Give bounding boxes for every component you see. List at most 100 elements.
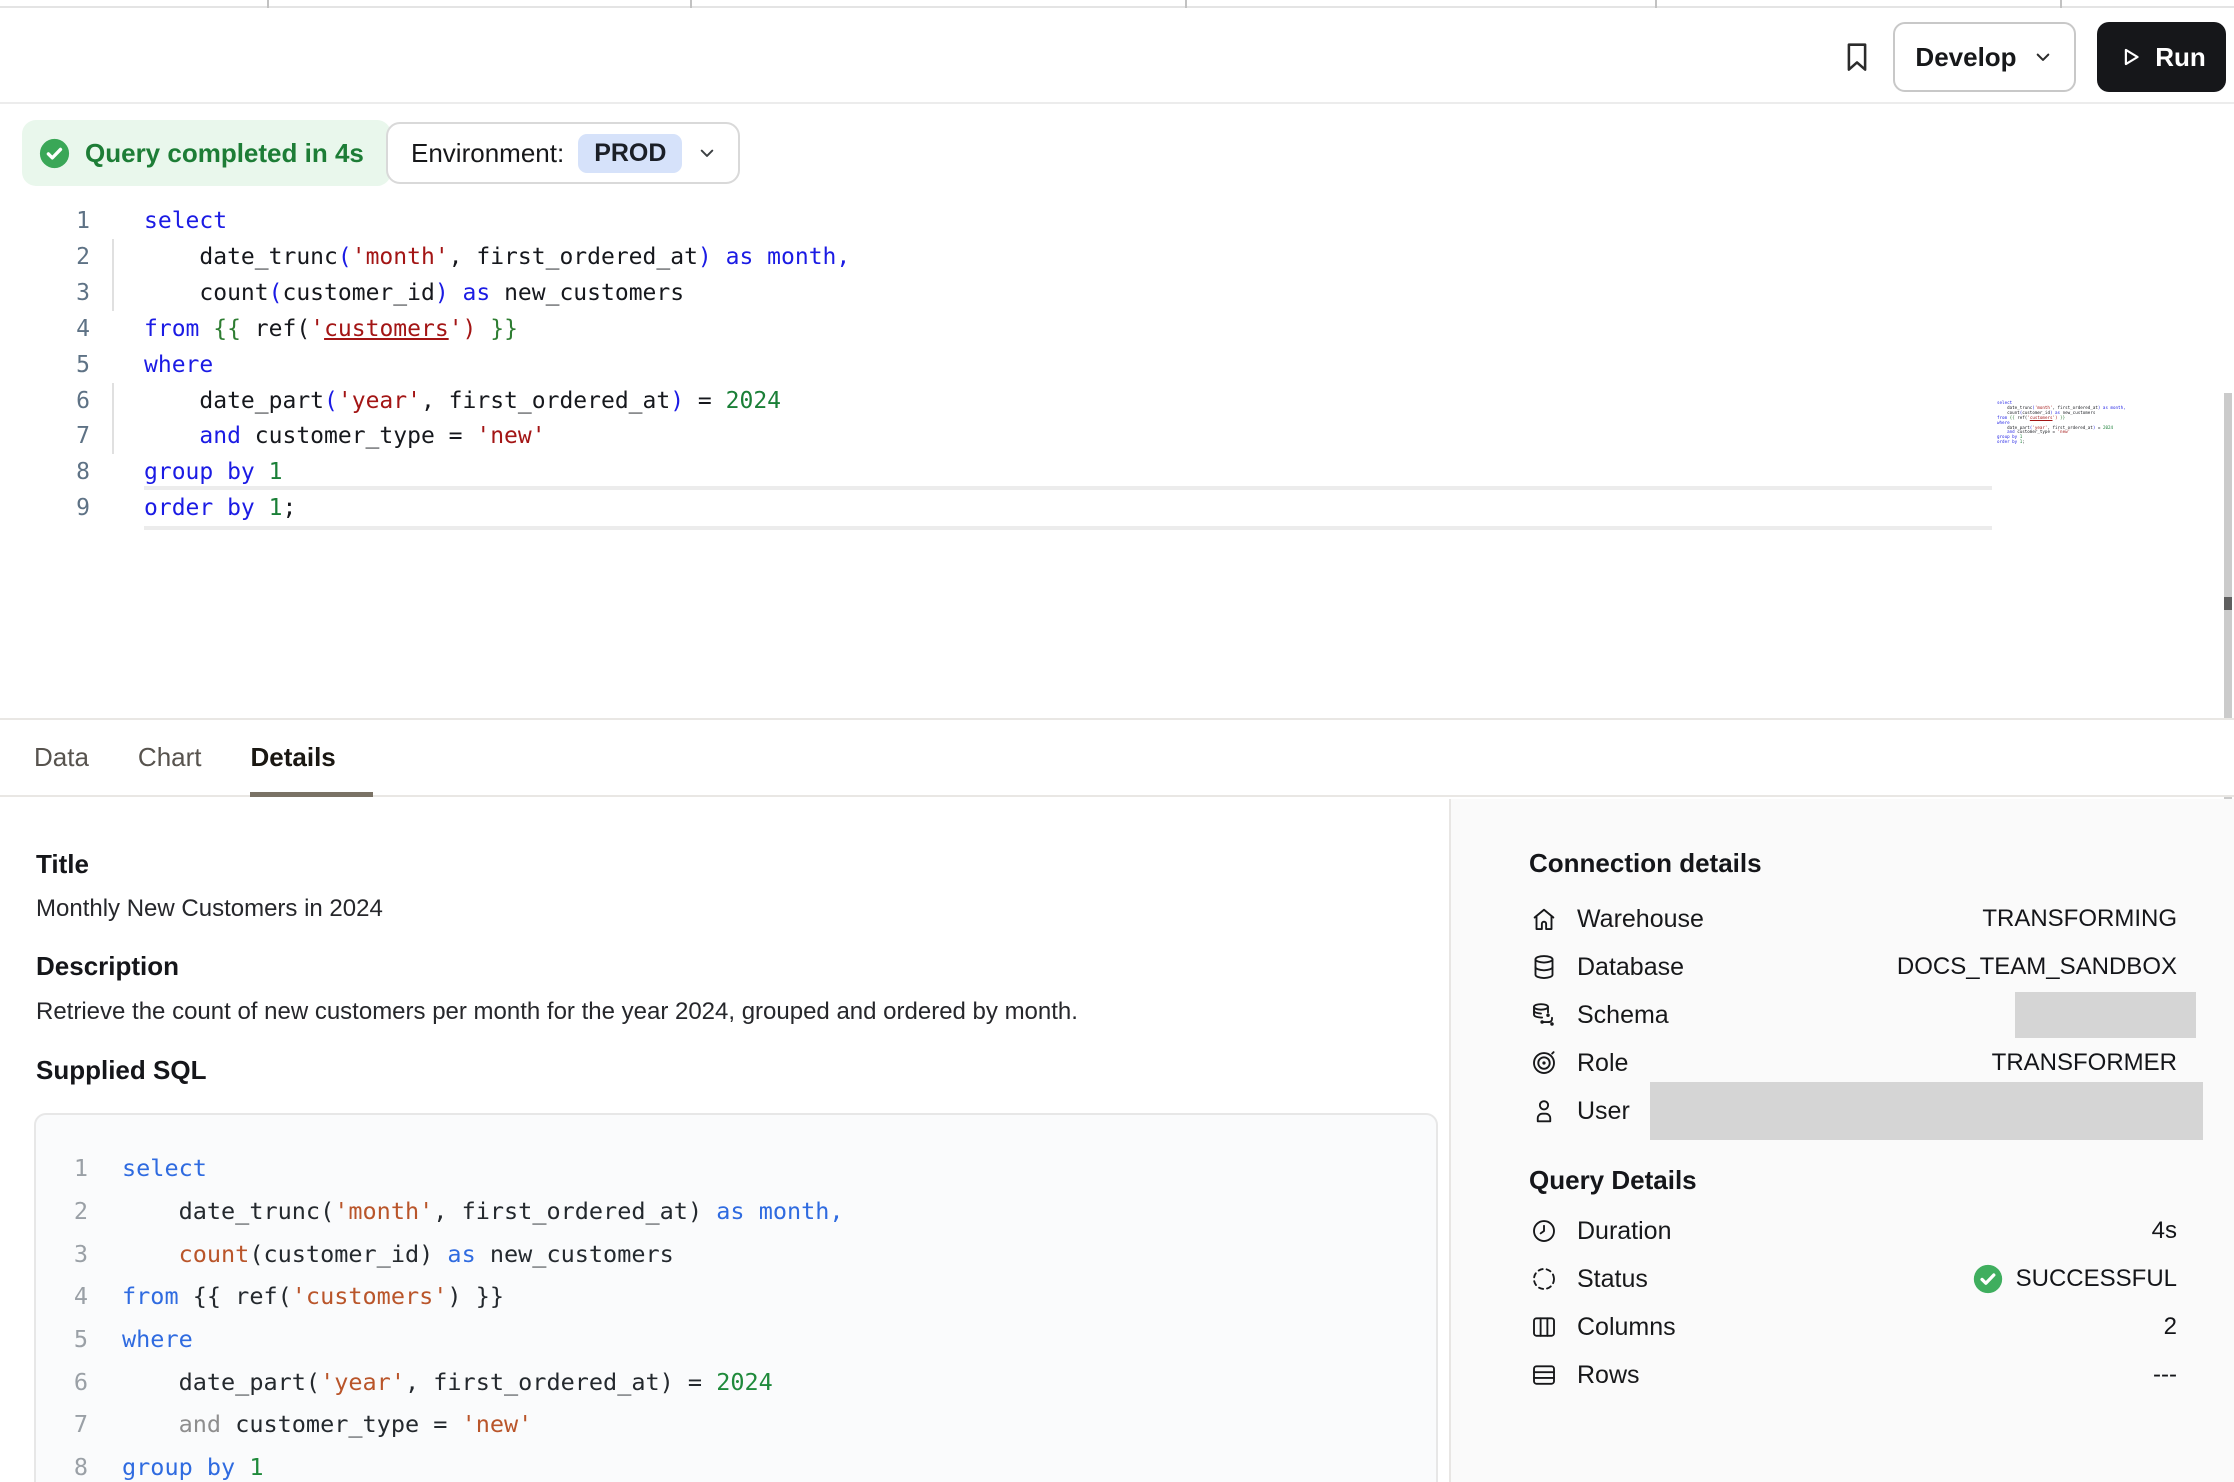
user-label: User xyxy=(1577,1097,1630,1126)
code-text: group by 1 xyxy=(122,1453,264,1481)
active-tab-underline xyxy=(250,792,373,797)
code-token: date_part( xyxy=(122,1368,320,1396)
code-token: select xyxy=(122,1154,207,1182)
code-text: date_part('year', first_ordered_at) = 20… xyxy=(144,388,781,414)
query-status-text: Query completed in 4s xyxy=(85,138,364,169)
editor-line-9[interactable]: 9order by 1; xyxy=(0,490,1992,526)
active-line-highlight xyxy=(144,486,1992,490)
run-button[interactable]: Run xyxy=(2097,22,2226,92)
code-token: date_part xyxy=(144,388,324,414)
develop-dropdown-button[interactable]: Develop xyxy=(1893,22,2076,92)
connection-details-panel: Connection details WarehouseTRANSFORMING… xyxy=(1449,799,2234,1482)
code-text: count(customer_id) as new_customers xyxy=(122,1240,674,1268)
database-row: DatabaseDOCS_TEAM_SANDBOX xyxy=(1529,949,2177,985)
code-token: count xyxy=(144,280,269,306)
status-icon xyxy=(1529,1264,1559,1294)
database-icon xyxy=(1529,952,1559,982)
supplied-sql-line-1: 1 select xyxy=(36,1147,1436,1190)
code-text: from {{ ref('customers') }} xyxy=(144,316,518,342)
results-tabbar: Data Chart Details xyxy=(0,718,2234,797)
code-token: = xyxy=(684,388,726,414)
code-token: ) }} xyxy=(447,1282,504,1310)
code-token xyxy=(255,459,269,485)
code-token: ( xyxy=(338,244,352,270)
supplied-sql-line-3: 3 count(customer_id) as new_customers xyxy=(36,1232,1436,1275)
description-heading: Description xyxy=(36,951,179,982)
code-token: ; xyxy=(2022,439,2025,444)
line-number: 1 xyxy=(36,1154,88,1182)
tab-chart[interactable]: Chart xyxy=(138,742,202,773)
columns-icon xyxy=(1529,1312,1559,1342)
rows-icon xyxy=(1529,1360,1559,1390)
ide-page: Develop Run Query completed in 4s Enviro… xyxy=(0,0,2234,1482)
chevron-down-icon xyxy=(2032,46,2054,68)
editor-line-2[interactable]: 2 date_trunc('month', first_ordered_at) … xyxy=(0,239,1992,275)
code-token: date_trunc( xyxy=(122,1197,334,1225)
title-heading: Title xyxy=(36,849,89,880)
code-token: 2024 xyxy=(716,1368,773,1396)
editor-minimap[interactable]: select date_trunc('month', first_ordered… xyxy=(1997,401,2119,445)
user-icon xyxy=(1529,1096,1559,1126)
editor-line-5[interactable]: 5where xyxy=(0,347,1992,383)
role-label: Role xyxy=(1577,1049,1628,1078)
bookmark-button[interactable] xyxy=(1834,32,1880,82)
editor-scrollbar-thumb[interactable] xyxy=(2224,597,2232,610)
duration-value: 4s xyxy=(2152,1217,2177,1245)
code-token: {{ ref( xyxy=(179,1282,292,1310)
supplied-sql-code-block: 1select2 date_trunc('month', first_order… xyxy=(34,1113,1438,1482)
code-text: and customer_type = 'new' xyxy=(144,423,546,449)
tab-divider xyxy=(267,0,269,8)
supplied-sql-line-6: 6 date_part('year', first_ordered_at) = … xyxy=(36,1360,1436,1403)
code-token xyxy=(144,423,199,449)
indent-guide xyxy=(112,239,114,275)
code-token: ( xyxy=(269,280,283,306)
code-token: 2024 xyxy=(726,388,781,414)
code-text: date_trunc('month', first_ordered_at) as… xyxy=(122,1197,844,1225)
details-panel: Title Monthly New Customers in 2024 Desc… xyxy=(0,799,2234,1482)
status-row: StatusSUCCESSFUL xyxy=(1529,1261,2177,1297)
code-token: as month, xyxy=(716,1197,843,1225)
sql-editor[interactable]: 1select2 date_trunc('month', first_order… xyxy=(0,203,2234,718)
bookmark-icon xyxy=(1839,39,1875,75)
editor-line-4[interactable]: 4 from {{ ref('customers') }} xyxy=(0,311,1992,347)
develop-label: Develop xyxy=(1915,42,2016,73)
query-status-pill: Query completed in 4s xyxy=(22,120,391,186)
code-token: 2024 xyxy=(2103,425,2113,430)
code-token: and xyxy=(179,1410,221,1438)
line-number: 6 xyxy=(36,1368,88,1396)
supplied-sql-line-8: 8group by 1 xyxy=(36,1446,1436,1482)
code-token: 1 xyxy=(249,1453,263,1481)
connection-details-heading: Connection details xyxy=(1529,848,1762,879)
editor-line-8[interactable]: 8 group by 1 xyxy=(0,454,1992,490)
rows-label: Rows xyxy=(1577,1361,1640,1390)
editor-line-3[interactable]: 3 count(customer_id) as new_customers xyxy=(0,275,1992,311)
success-check-icon xyxy=(37,136,72,171)
line-number: 4 xyxy=(0,316,90,342)
code-text: count(customer_id) as new_customers xyxy=(144,280,684,306)
database-value: DOCS_TEAM_SANDBOX xyxy=(1897,953,2177,981)
code-token: ) xyxy=(435,280,449,306)
environment-value-badge: PROD xyxy=(578,134,682,173)
user-row: User xyxy=(1529,1093,2177,1129)
code-token xyxy=(122,1410,179,1438)
code-token: group by xyxy=(144,459,255,485)
code-token: customer_type = xyxy=(241,423,476,449)
tab-details[interactable]: Details xyxy=(251,742,336,773)
editor-line-6[interactable]: 6 date_part('year', first_ordered_at) = … xyxy=(0,383,1992,419)
columns-value: 2 xyxy=(2164,1313,2177,1341)
code-token: , first_ordered_at) xyxy=(433,1197,716,1225)
code-token: ( xyxy=(324,388,338,414)
role-row: RoleTRANSFORMER xyxy=(1529,1045,2177,1081)
status-value: SUCCESSFUL xyxy=(2016,1265,2177,1293)
tab-data[interactable]: Data xyxy=(34,742,89,773)
editor-line-7[interactable]: 7 and customer_type = 'new' xyxy=(0,418,1992,454)
warehouse-label: Warehouse xyxy=(1577,905,1704,934)
code-token: 'month' xyxy=(334,1197,433,1225)
editor-line-1[interactable]: 1select xyxy=(0,203,1992,239)
supplied-sql-line-4: 4from {{ ref('customers') }} xyxy=(36,1275,1436,1318)
line-number: 2 xyxy=(0,244,90,270)
code-text: group by 1 xyxy=(144,459,283,485)
code-token: from xyxy=(122,1282,179,1310)
line-number: 8 xyxy=(0,459,90,485)
environment-dropdown[interactable]: Environment: PROD xyxy=(386,122,740,184)
